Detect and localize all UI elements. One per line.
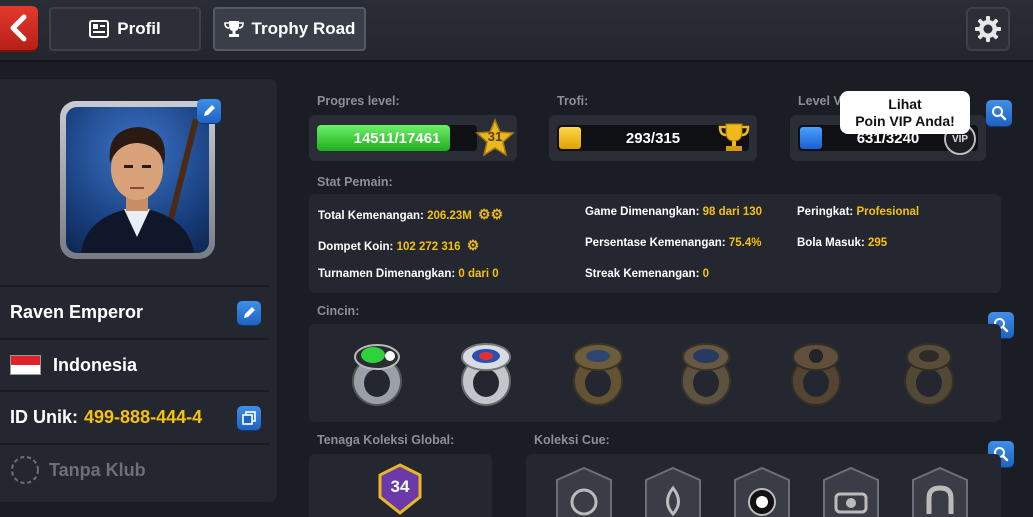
pencil-icon xyxy=(204,105,215,116)
vip-cube-icon xyxy=(800,127,822,149)
cue-collection-label: Koleksi Cue: xyxy=(534,433,610,447)
edit-name-button[interactable] xyxy=(237,301,261,325)
player-panel: Raven Emperor Indonesia ID Unik: 499-888… xyxy=(0,79,277,502)
locked-gold-ring-icon[interactable] xyxy=(567,339,629,409)
stat-total-wins: Total Kemenangan: 206.23M ⚙⚙ xyxy=(318,206,504,222)
level-progress-bar: 14511/17461 xyxy=(317,125,477,151)
level-progress-text: 14511/17461 xyxy=(353,129,441,147)
player-stats-panel: Total Kemenangan: 206.23M ⚙⚙ Dompet Koin… xyxy=(309,194,1001,293)
trophy-icon xyxy=(223,21,244,37)
cue-badge-drop-icon[interactable] xyxy=(642,466,704,517)
level-progress-label: Progres level: xyxy=(317,94,400,108)
cue-badge-horseshoe-icon[interactable] xyxy=(909,466,971,517)
avatar-portrait xyxy=(66,107,209,253)
club-placeholder-icon xyxy=(11,456,39,484)
vip-tooltip-line2: Poin VIP Anda! xyxy=(855,112,955,129)
player-stats-label: Stat Pemain: xyxy=(317,175,393,189)
unique-id-row: ID Unik: 499-888-444-4 xyxy=(0,390,269,442)
rings-label: Cincin: xyxy=(317,304,360,318)
country-name: Indonesia xyxy=(53,354,138,375)
club-row[interactable]: Tanpa Klub xyxy=(0,443,269,495)
gear-icon xyxy=(975,16,1001,42)
vip-tooltip: Lihat Poin VIP Anda! xyxy=(840,91,970,134)
copy-icon xyxy=(242,411,256,425)
cue-collection-panel xyxy=(526,454,1001,517)
vip-tooltip-line1: Lihat xyxy=(888,95,922,112)
cue-badge-wheel-icon[interactable] xyxy=(553,466,615,517)
trophy-pill: 293/315 xyxy=(549,115,757,161)
locked-bronze-ring-icon[interactable] xyxy=(785,339,847,409)
locked-blue-ring-icon[interactable] xyxy=(675,339,737,409)
player-name: Raven Emperor xyxy=(10,301,144,322)
coin-stack-icon: ⚙⚙ xyxy=(478,206,504,222)
stat-balls-potted: Bola Masuk: 295 xyxy=(797,237,888,249)
trophy-label: Trofi: xyxy=(557,94,589,108)
country-row: Indonesia xyxy=(0,338,269,390)
edit-avatar-button[interactable] xyxy=(197,99,221,123)
silver-ring-icon[interactable] xyxy=(455,339,517,409)
vip-search-button[interactable] xyxy=(986,100,1012,126)
unique-id-value: 499-888-444-4 xyxy=(84,406,203,427)
cue-badge-8ball-car-icon[interactable] xyxy=(820,466,882,517)
global-power-label: Tenaga Koleksi Global: xyxy=(317,433,455,447)
stat-games-won: Game Dimenangkan: 98 dari 130 xyxy=(585,206,763,218)
stat-rank: Peringkat: Profesional xyxy=(797,206,920,218)
settings-button[interactable] xyxy=(966,7,1010,51)
chevron-left-icon xyxy=(10,14,27,42)
rings-panel xyxy=(309,324,1001,422)
cue-badge-8ball-icon[interactable] xyxy=(731,466,793,517)
global-power-value: 34 xyxy=(390,477,410,496)
trophy-cube-icon xyxy=(559,127,581,149)
top-bar: Profil Trophy Road xyxy=(0,0,1033,62)
locked-dark-ring-icon[interactable] xyxy=(898,339,960,409)
avatar[interactable] xyxy=(60,99,221,259)
copy-id-button[interactable] xyxy=(237,406,261,430)
level-number: 31 xyxy=(487,129,503,144)
pencil-icon xyxy=(244,307,255,318)
player-name-row: Raven Emperor xyxy=(0,285,269,337)
vip-level-label: Level V xyxy=(798,94,842,108)
profile-card-icon xyxy=(89,20,110,38)
tab-profil[interactable]: Profil xyxy=(49,7,201,51)
club-name: Tanpa Klub xyxy=(49,459,146,480)
stat-wallet: Dompet Koin: 102 272 316 ⚙ xyxy=(318,237,480,253)
search-icon xyxy=(992,106,1007,121)
green-ring-icon[interactable] xyxy=(346,339,408,409)
stat-win-percentage: Persentase Kemenangan: 75.4% xyxy=(585,237,762,249)
tab-trophy-road-label: Trophy Road xyxy=(251,19,356,38)
stat-tournaments: Turnamen Dimenangkan: 0 dari 0 xyxy=(318,268,499,280)
vip-badge-text: VIP xyxy=(951,133,969,145)
gold-trophy-icon xyxy=(718,123,750,151)
back-button[interactable] xyxy=(0,6,38,50)
indonesia-flag-icon xyxy=(10,355,41,375)
global-power-panel: 34 xyxy=(309,454,492,517)
tab-trophy-road[interactable]: Trophy Road xyxy=(213,7,366,51)
tab-profil-label: Profil xyxy=(117,19,161,38)
unique-id-label: ID Unik: xyxy=(10,406,79,427)
coin-icon: ⚙ xyxy=(466,237,480,253)
stat-win-streak: Streak Kemenangan: 0 xyxy=(585,268,710,280)
level-progress-pill: 14511/17461 31 xyxy=(309,115,517,161)
